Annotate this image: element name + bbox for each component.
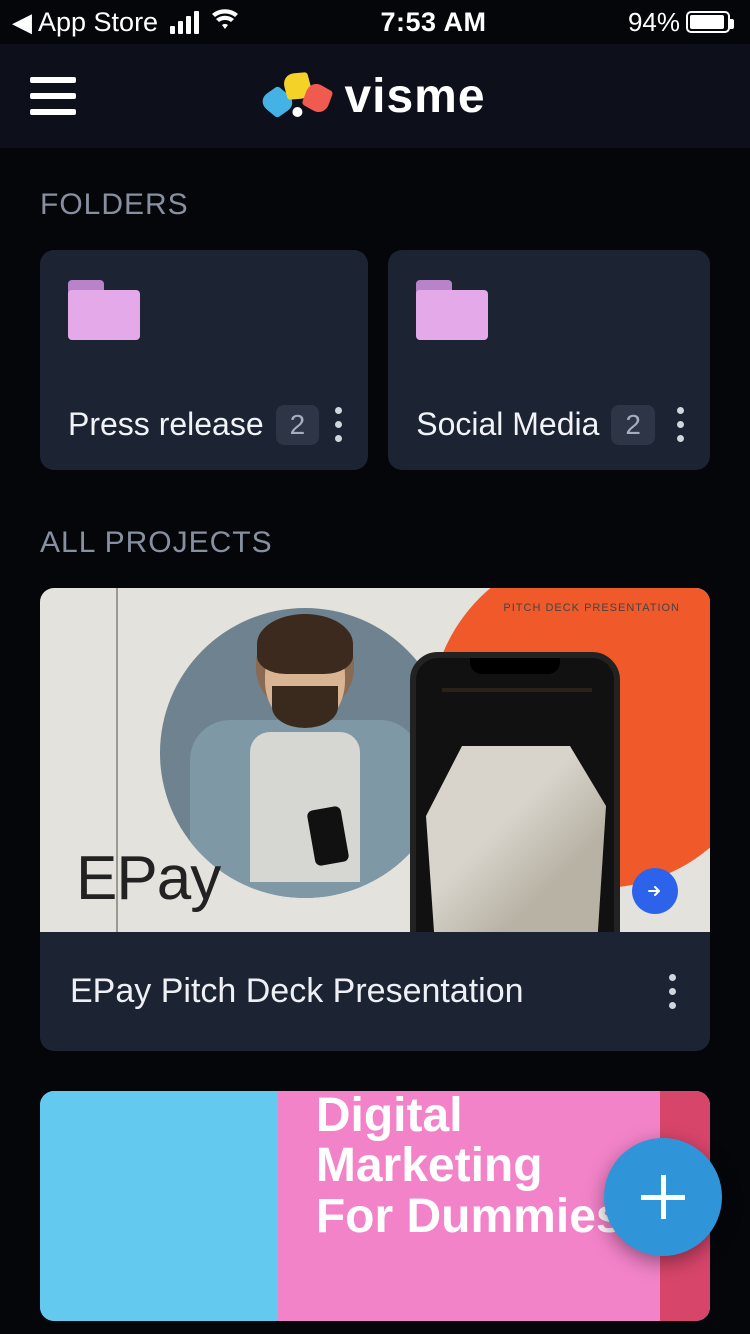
folder-card[interactable]: Press release 2 (40, 250, 368, 470)
project-card[interactable]: PITCH DECK PRESENTATION EPay EPay Pitch … (40, 588, 710, 1051)
menu-button[interactable] (30, 77, 76, 115)
battery-percent: 94% (628, 7, 680, 38)
folder-card[interactable]: Social Media 2 (388, 250, 710, 470)
status-back-to-app[interactable]: ◀ App Store (12, 7, 239, 38)
folders-row: Press release 2 Social Media 2 (40, 250, 710, 470)
brand-name: visme (344, 69, 485, 124)
project-title: EPay Pitch Deck Presentation (70, 972, 524, 1011)
back-caret-icon: ◀ (12, 7, 32, 38)
folder-more-button[interactable] (331, 401, 346, 448)
create-new-fab[interactable] (604, 1138, 722, 1256)
folder-count-badge: 2 (276, 405, 320, 445)
projects-heading: ALL PROJECTS (40, 526, 710, 560)
status-bar: ◀ App Store 7:53 AM 94% (0, 0, 750, 44)
folder-count-badge: 2 (611, 405, 655, 445)
status-time: 7:53 AM (381, 7, 487, 38)
battery-icon (686, 11, 730, 33)
brand-logo[interactable]: visme (264, 69, 485, 124)
project-more-button[interactable] (665, 968, 680, 1015)
folders-heading: FOLDERS (40, 188, 710, 222)
folder-name: Social Media (416, 406, 599, 443)
project-thumbnail: PITCH DECK PRESENTATION EPay (40, 588, 710, 932)
folder-icon (416, 280, 488, 340)
logo-mark-icon (264, 71, 334, 121)
arrow-icon (632, 868, 678, 914)
folder-more-button[interactable] (673, 401, 688, 448)
folder-name: Press release (68, 406, 264, 443)
thumb-title: Digital Marketing For Dummies (316, 1091, 623, 1242)
folder-icon (68, 280, 140, 340)
thumb-badge: PITCH DECK PRESENTATION (503, 602, 680, 614)
wifi-icon (211, 7, 239, 38)
cellular-icon (170, 11, 199, 34)
app-header: visme (0, 44, 750, 148)
thumb-title: EPay (76, 843, 220, 914)
status-battery: 94% (628, 7, 730, 38)
status-back-label: App Store (38, 7, 158, 38)
